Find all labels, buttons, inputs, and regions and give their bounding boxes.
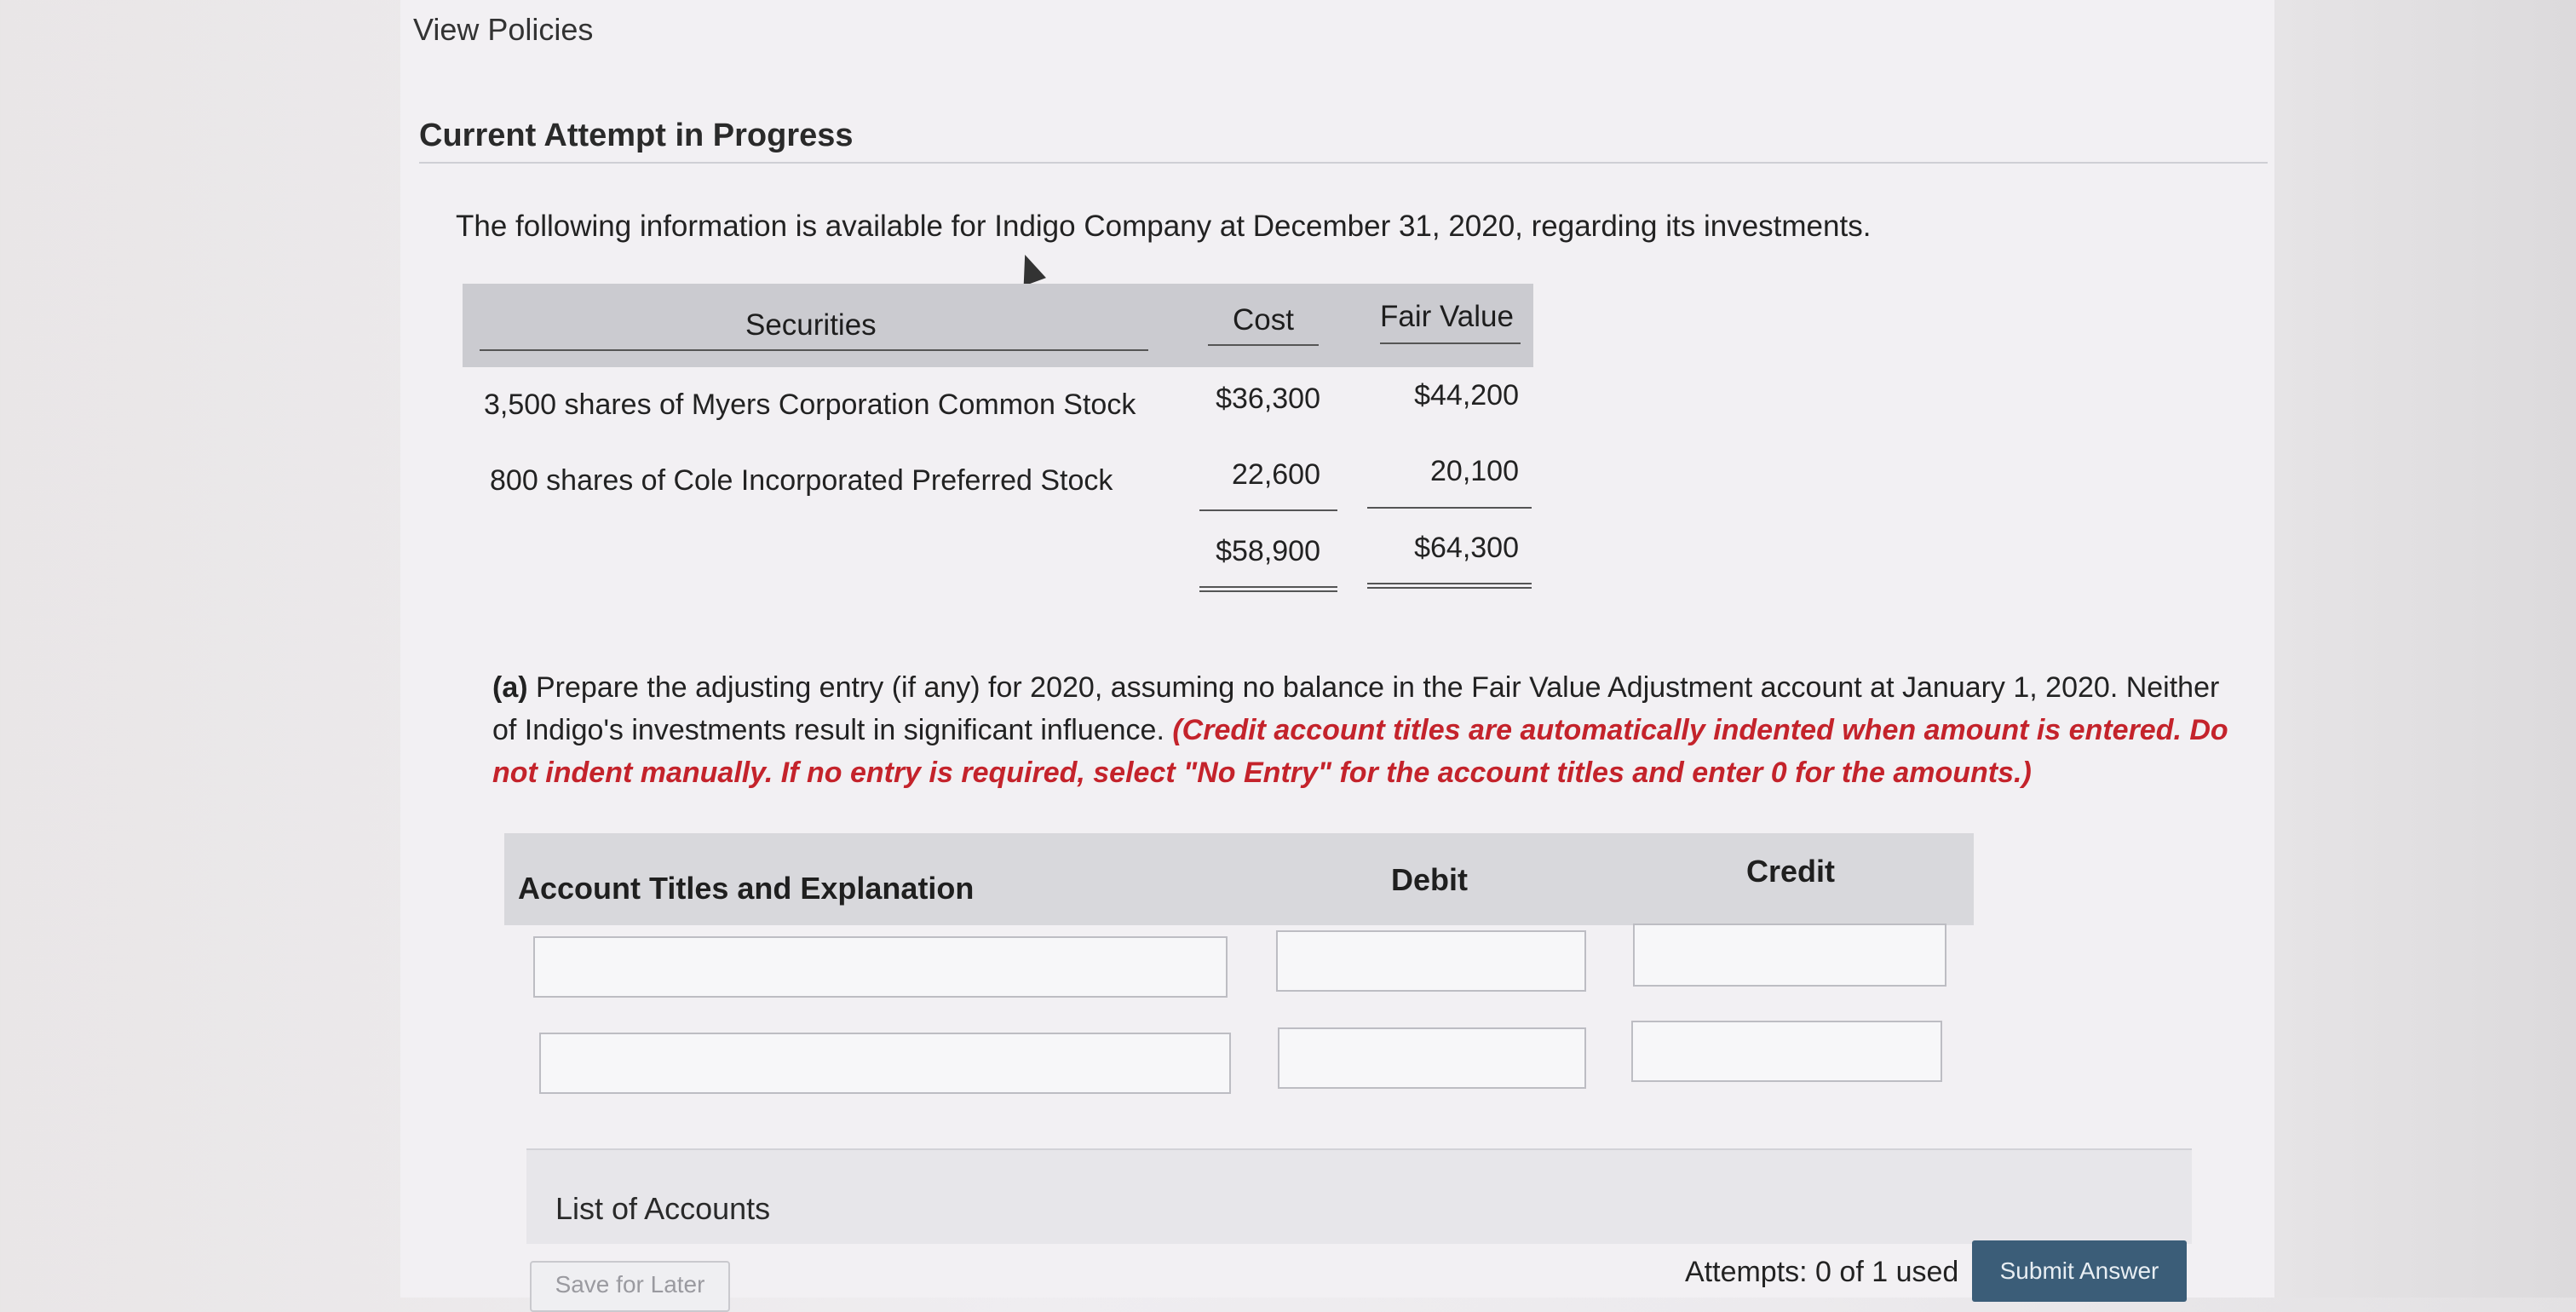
submit-answer-button[interactable]: Submit Answer xyxy=(1972,1240,2187,1302)
part-a-label: (a) xyxy=(492,671,528,704)
debit-input-row-1[interactable] xyxy=(1276,930,1586,992)
attempt-heading: Current Attempt in Progress xyxy=(419,118,854,153)
security-row-2-cost: 22,600 xyxy=(1232,458,1320,491)
security-row-2-fair-value: 20,100 xyxy=(1430,455,1519,487)
security-row-1-fair-value: $44,200 xyxy=(1414,379,1519,411)
fair-value-total-double-rule xyxy=(1367,583,1532,589)
fair-value-underline xyxy=(1380,342,1521,344)
header-securities: Securities xyxy=(745,308,877,342)
credit-input-row-2[interactable] xyxy=(1631,1021,1942,1082)
security-row-1-cost: $36,300 xyxy=(1216,383,1320,415)
securities-table-header xyxy=(463,284,1533,367)
security-row-2-name: 800 shares of Cole Incorporated Preferre… xyxy=(490,464,1113,497)
header-fair-value: Fair Value xyxy=(1380,300,1514,333)
total-cost: $58,900 xyxy=(1216,535,1320,567)
account-title-input-row-1[interactable] xyxy=(533,936,1228,998)
right-margin xyxy=(2274,0,2576,1298)
cost-subtotal-rule xyxy=(1199,509,1337,511)
cost-total-double-rule xyxy=(1199,586,1337,592)
list-of-accounts-panel[interactable]: List of Accounts xyxy=(526,1148,2192,1244)
heading-divider xyxy=(419,162,2268,164)
total-fair-value: $64,300 xyxy=(1414,532,1519,564)
account-title-input-row-2[interactable] xyxy=(539,1033,1231,1094)
list-of-accounts-label: List of Accounts xyxy=(555,1191,771,1226)
header-cost: Cost xyxy=(1233,303,1294,337)
debit-input-row-2[interactable] xyxy=(1278,1027,1586,1089)
cost-underline xyxy=(1208,344,1319,346)
save-for-later-button[interactable]: Save for Later xyxy=(530,1261,730,1312)
attempts-counter: Attempts: 0 of 1 used xyxy=(1685,1256,1959,1288)
credit-input-row-1[interactable] xyxy=(1633,924,1946,987)
page-panel xyxy=(400,0,2274,1298)
question-intro: The following information is available f… xyxy=(456,210,1872,243)
fair-value-subtotal-rule xyxy=(1367,507,1532,509)
view-policies-link[interactable]: View Policies xyxy=(413,12,593,48)
header-account-titles: Account Titles and Explanation xyxy=(518,871,975,906)
part-a-prompt: (a) Prepare the adjusting entry (if any)… xyxy=(492,666,2230,794)
header-credit: Credit xyxy=(1746,854,1836,889)
header-debit: Debit xyxy=(1391,862,1468,897)
security-row-1-name: 3,500 shares of Myers Corporation Common… xyxy=(484,388,1136,421)
securities-underline xyxy=(480,349,1148,351)
